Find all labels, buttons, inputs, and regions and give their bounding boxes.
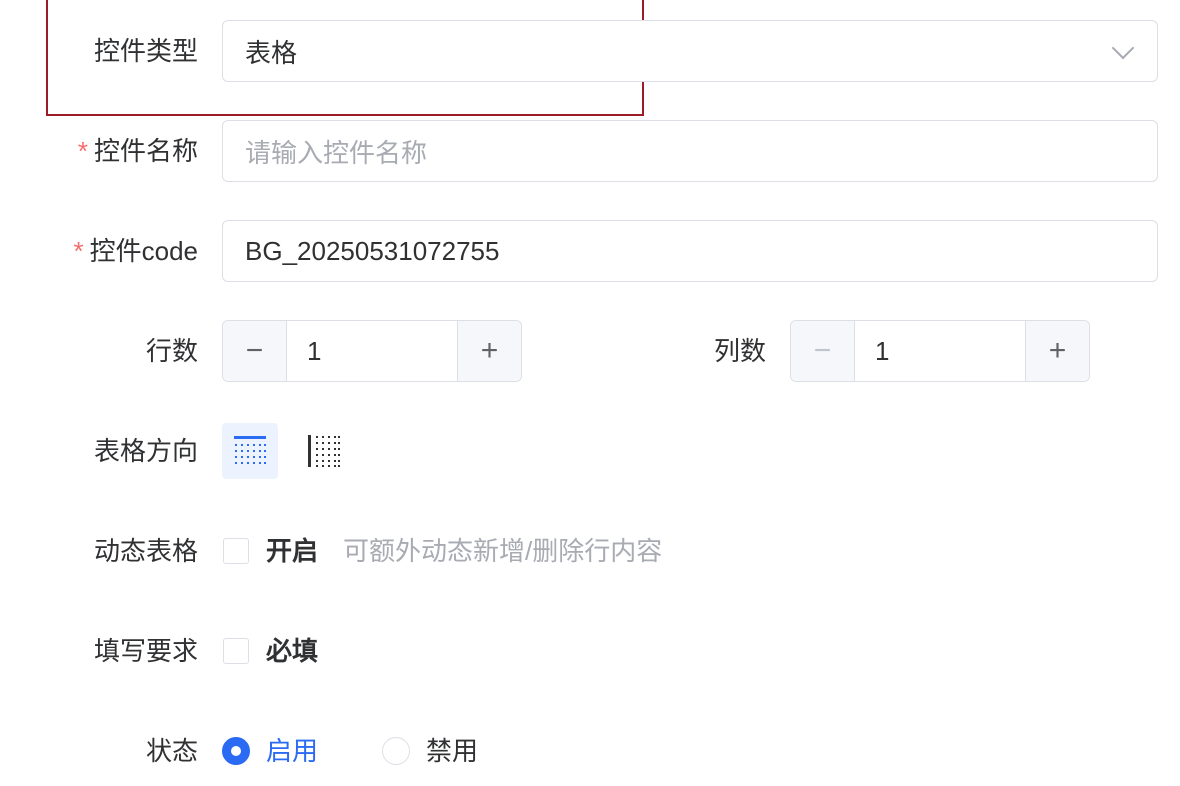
- rows-increase-button[interactable]: +: [457, 321, 521, 381]
- control-name-label: * 控件名称: [77, 136, 198, 166]
- cols-value-input[interactable]: 1: [855, 321, 1025, 381]
- table-vertical-icon: [308, 435, 340, 467]
- cols-decrease-button[interactable]: −: [791, 321, 855, 381]
- required-checkbox[interactable]: [223, 638, 249, 664]
- table-direction-label: 表格方向: [93, 436, 198, 466]
- dynamic-table-checkbox-label[interactable]: 开启: [266, 536, 318, 566]
- chevron-down-icon: [1111, 36, 1135, 60]
- control-type-label: 控件类型: [93, 36, 198, 66]
- status-disabled-label[interactable]: 禁用: [426, 736, 478, 766]
- status-enabled-label[interactable]: 启用: [266, 736, 318, 766]
- rows-label: 行数: [145, 336, 198, 366]
- direction-horizontal-button[interactable]: [222, 423, 278, 479]
- cols-label: 列数: [713, 336, 766, 366]
- control-name-placeholder: 请输入控件名称: [245, 137, 428, 168]
- status-label: 状态: [145, 736, 198, 766]
- cols-stepper: − 1 +: [790, 320, 1090, 382]
- rows-stepper: − 1 +: [222, 320, 522, 382]
- status-enabled-radio[interactable]: [222, 737, 250, 765]
- dynamic-table-label: 动态表格: [93, 536, 198, 566]
- control-code-label: * 控件code: [73, 236, 198, 266]
- control-type-select[interactable]: 表格: [222, 20, 1158, 82]
- table-horizontal-icon: [234, 436, 266, 464]
- required-mark: *: [77, 136, 88, 166]
- control-config-form: 控件类型 表格 * 控件名称 请输入控件名称 * 控件code BG_2025053…: [0, 0, 1180, 786]
- status-disabled-radio[interactable]: [382, 737, 410, 765]
- dynamic-table-hint: 可额外动态新增/删除行内容: [343, 536, 663, 566]
- control-type-value: 表格: [245, 37, 298, 68]
- cols-increase-button[interactable]: +: [1025, 321, 1089, 381]
- control-code-input[interactable]: BG_20250531072755: [222, 220, 1158, 282]
- required-checkbox-label[interactable]: 必填: [266, 636, 318, 666]
- fill-requirement-label: 填写要求: [93, 636, 198, 666]
- rows-decrease-button[interactable]: −: [223, 321, 287, 381]
- rows-value-input[interactable]: 1: [287, 321, 457, 381]
- control-name-input[interactable]: 请输入控件名称: [222, 120, 1158, 182]
- control-code-value: BG_20250531072755: [245, 235, 500, 266]
- required-mark: *: [73, 236, 84, 266]
- dynamic-table-checkbox[interactable]: [223, 538, 249, 564]
- direction-vertical-button[interactable]: [296, 423, 352, 479]
